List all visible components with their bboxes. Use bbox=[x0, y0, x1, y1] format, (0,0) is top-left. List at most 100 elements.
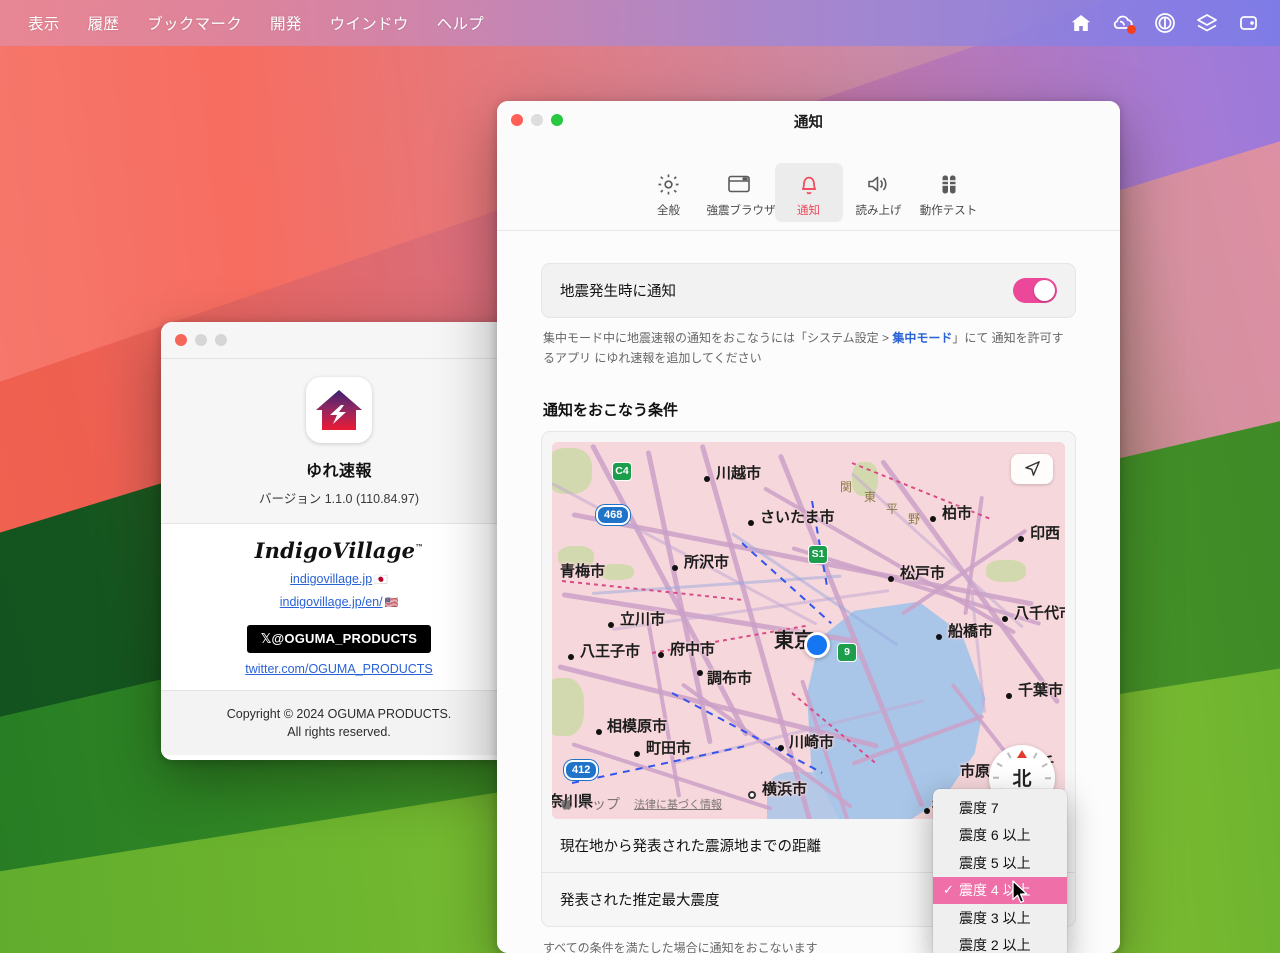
city-dot bbox=[634, 750, 640, 757]
menu-bar-items: 表示 履歴 ブックマーク 開発 ウインドウ ヘルプ bbox=[0, 8, 498, 38]
about-window[interactable]: ゆれ速報 バージョン 1.1.0 (110.84.97) IndigoVilla… bbox=[161, 322, 517, 760]
menu-item-develop[interactable]: 開発 bbox=[256, 8, 316, 38]
twitter-link-row: twitter.com/OGUMA_PRODUCTS bbox=[161, 662, 517, 676]
map-city-label: 松戸市 bbox=[900, 564, 946, 582]
condition-label-intensity: 発表された推定最大震度 bbox=[560, 892, 720, 909]
close-button[interactable] bbox=[175, 334, 187, 346]
twitter-link[interactable]: twitter.com/OGUMA_PRODUCTS bbox=[245, 662, 433, 676]
notify-toggle-row[interactable]: 地震発生時に通知 bbox=[542, 264, 1075, 317]
flag-jp-icon: 🇯🇵 bbox=[374, 574, 388, 586]
map-view[interactable]: 川越市 さいたま市 柏市 印西 所沢市 青梅市 松戸市 立川市 府中市 八王子市… bbox=[552, 441, 1065, 819]
green-area-3 bbox=[600, 563, 634, 580]
city-dot bbox=[748, 519, 754, 526]
about-titlebar bbox=[161, 322, 517, 359]
about-app-section: ゆれ速報 バージョン 1.1.0 (110.84.97) bbox=[161, 359, 517, 524]
focus-mode-help-text: 集中モード中に地震速報の通知をおこなうには「システム設定 > 集中モード」にて … bbox=[543, 329, 1074, 369]
x-logo-icon: 𝕏 bbox=[260, 631, 272, 646]
map-city-label: 柏市 bbox=[942, 504, 973, 522]
city-dot bbox=[1006, 692, 1012, 699]
dropdown-option[interactable]: ✓震度 2 以上 bbox=[933, 932, 1067, 953]
tab-general-label: 全般 bbox=[657, 205, 680, 217]
check-icon: ✓ bbox=[943, 800, 959, 816]
city-dot bbox=[697, 669, 703, 676]
city-dot bbox=[1018, 535, 1024, 542]
copyright-line-1: Copyright © 2024 OGUMA PRODUCTS. bbox=[226, 707, 452, 721]
dropdown-option-selected[interactable]: ✓ 震度 4 以上 bbox=[933, 876, 1067, 904]
city-dot bbox=[596, 728, 602, 735]
notify-toggle-switch[interactable] bbox=[1013, 278, 1057, 303]
dnd-icon[interactable] bbox=[1152, 11, 1178, 35]
focus-mode-link[interactable]: 集中モード bbox=[892, 331, 952, 345]
map-city-label: 立川市 bbox=[620, 610, 666, 628]
dropdown-option[interactable]: ✓震度 5 以上 bbox=[933, 849, 1067, 877]
city-dot bbox=[924, 807, 930, 814]
menu-item-bookmarks[interactable]: ブックマーク bbox=[133, 8, 256, 38]
tab-speech[interactable]: 読み上げ bbox=[845, 163, 913, 222]
brand-name: IndigoVillage bbox=[254, 538, 416, 563]
city-dot bbox=[888, 575, 894, 582]
intensity-dropdown-menu[interactable]: ✓震度 7 ✓震度 6 以上 ✓震度 5 以上 ✓震度 4 以上 ✓震度 3 以… bbox=[933, 789, 1067, 953]
app-name: ゆれ速報 bbox=[305, 463, 372, 480]
menu-item-view[interactable]: 表示 bbox=[14, 8, 74, 38]
x-handle-badge[interactable]: 𝕏@OGUMA_PRODUCTS bbox=[246, 625, 432, 653]
map-city-label: 町田市 bbox=[646, 739, 692, 757]
tab-browser-label: 強震ブラウザ bbox=[706, 205, 776, 217]
expressway-exit-marker: C4 bbox=[612, 461, 632, 481]
location-arrow-icon[interactable] bbox=[1011, 453, 1053, 484]
map-city-label: さいたま市 bbox=[760, 508, 835, 526]
link-row-jp: indigovillage.jp 🇯🇵 bbox=[161, 572, 517, 586]
maximize-button[interactable] bbox=[215, 334, 227, 346]
map-city-label: 川越市 bbox=[716, 464, 762, 482]
check-icon: ✓ bbox=[943, 827, 959, 843]
menu-item-history[interactable]: 履歴 bbox=[74, 8, 134, 38]
cloud-badge-icon[interactable] bbox=[1110, 11, 1136, 35]
map-city-label: 船橋市 bbox=[948, 622, 994, 640]
map-city-label: 調布市 bbox=[707, 669, 753, 687]
test-tube-icon bbox=[917, 169, 981, 199]
help-text-pre: 集中モード中に地震速報の通知をおこなうには「システム設定 > bbox=[543, 331, 893, 345]
dropdown-option[interactable]: ✓震度 7 bbox=[933, 794, 1067, 822]
minimize-button[interactable] bbox=[195, 334, 207, 346]
map-city-label: 府中市 bbox=[670, 640, 716, 658]
menu-item-window[interactable]: ウインドウ bbox=[316, 8, 423, 38]
apple-logo-icon bbox=[561, 796, 572, 810]
layers-icon[interactable] bbox=[1194, 11, 1220, 35]
condition-label-distance: 現在地から発表された震源地までの距離 bbox=[560, 838, 821, 855]
battery-icon[interactable] bbox=[1236, 11, 1262, 35]
route-shield: 468 bbox=[596, 504, 631, 525]
tab-notifications[interactable]: 通知 bbox=[774, 163, 843, 222]
app-icon bbox=[306, 377, 372, 443]
tab-test-label: 動作テスト bbox=[919, 205, 978, 217]
check-icon: ✓ bbox=[943, 937, 959, 953]
tab-test[interactable]: 動作テスト bbox=[915, 163, 983, 222]
map-attribution-text: マップ bbox=[578, 795, 620, 812]
dropdown-option-label: 震度 2 以上 bbox=[959, 937, 1031, 953]
map-city-label: 横浜市 bbox=[762, 780, 808, 798]
menu-bar-status-icons bbox=[1068, 11, 1280, 35]
dropdown-option[interactable]: ✓震度 3 以上 bbox=[933, 904, 1067, 932]
notification-badge-dot bbox=[1127, 25, 1136, 34]
expressway-exit-marker: S1 bbox=[808, 544, 828, 564]
dropdown-option[interactable]: ✓震度 6 以上 bbox=[933, 822, 1067, 850]
home-icon[interactable] bbox=[1068, 11, 1094, 35]
about-footer: Copyright © 2024 OGUMA PRODUCTS. All rig… bbox=[161, 690, 517, 756]
prefs-toolbar: 全般 強震ブラウザ 通知 読み上げ 動作テスト bbox=[497, 163, 1120, 231]
dropdown-option-label: 震度 5 以上 bbox=[959, 854, 1031, 871]
menu-item-help[interactable]: ヘルプ bbox=[423, 8, 498, 38]
map-city-label: 青梅市 bbox=[560, 562, 606, 580]
tab-general[interactable]: 全般 bbox=[635, 163, 703, 222]
section-title-conditions: 通知をおこなう条件 bbox=[543, 401, 679, 419]
notify-toggle-label: 地震発生時に通知 bbox=[560, 284, 676, 300]
map-legal-link[interactable]: 法律に基づく情報 bbox=[634, 796, 722, 812]
city-dot bbox=[1002, 615, 1008, 622]
website-link-en[interactable]: indigovillage.jp/en/ bbox=[280, 595, 383, 609]
dropdown-option-label: 震度 3 以上 bbox=[959, 909, 1031, 926]
tab-browser[interactable]: 強震ブラウザ bbox=[705, 163, 776, 222]
compass-label: 北 bbox=[1012, 769, 1032, 791]
city-dot bbox=[658, 651, 664, 658]
bell-icon bbox=[777, 169, 841, 199]
website-link-jp[interactable]: indigovillage.jp bbox=[290, 572, 372, 586]
mouse-cursor bbox=[1012, 880, 1028, 904]
check-icon: ✓ bbox=[943, 910, 959, 926]
map-city-label: 所沢市 bbox=[684, 553, 730, 571]
